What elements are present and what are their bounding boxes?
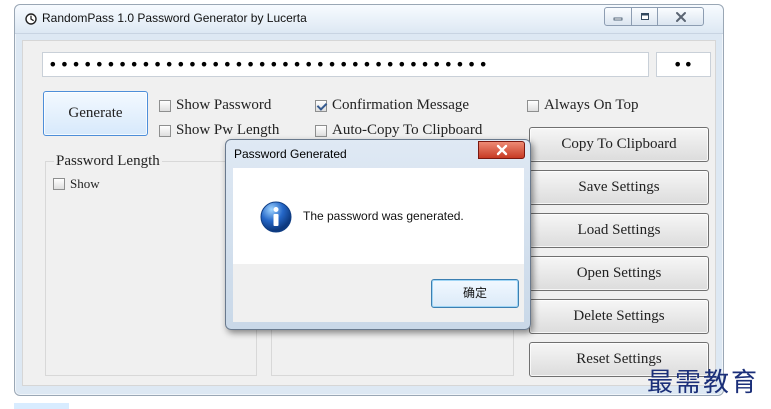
- close-icon: [675, 11, 686, 22]
- watermark: 最需教育: [646, 368, 759, 398]
- auto-copy-checkbox[interactable]: [315, 124, 327, 137]
- clock-icon: [25, 13, 37, 25]
- show-password-label: Show Password: [176, 97, 272, 113]
- open-settings-button[interactable]: Open Settings: [529, 256, 709, 291]
- dialog-title: Password Generated: [234, 147, 347, 161]
- confirmation-message-label: Confirmation Message: [332, 97, 470, 113]
- restore-icon: [640, 12, 649, 20]
- show-pw-length-option[interactable]: Show Pw Length: [159, 122, 279, 139]
- password-length-title: Password Length: [54, 153, 162, 170]
- ok-button[interactable]: 确定: [431, 279, 519, 308]
- window-title: RandomPass 1.0 Password Generator by Luc…: [42, 11, 307, 25]
- close-icon: [496, 144, 507, 156]
- password-length-preview-field[interactable]: ••: [656, 52, 711, 77]
- dialog-close-button[interactable]: [478, 141, 525, 159]
- always-on-top-label: Always On Top: [544, 97, 639, 113]
- dialog-button-area: 确定: [233, 264, 524, 322]
- password-length-show-checkbox[interactable]: [53, 178, 65, 190]
- auto-copy-option[interactable]: Auto-Copy To Clipboard: [315, 122, 482, 139]
- load-settings-button[interactable]: Load Settings: [529, 213, 709, 248]
- show-pw-length-label: Show Pw Length: [176, 122, 280, 138]
- password-output-field[interactable]: ••••••••••••••••••••••••••••••••••••••: [42, 52, 649, 77]
- password-generated-dialog[interactable]: Password Generated The password was gene…: [225, 139, 531, 330]
- minimize-icon: [613, 17, 623, 20]
- password-length-show-option[interactable]: Show: [53, 176, 100, 192]
- password-length-show-label: Show: [70, 176, 100, 191]
- screen: RandomPass 1.0 Password Generator by Luc…: [0, 0, 771, 409]
- info-icon: [260, 201, 292, 233]
- copy-to-clipboard-button[interactable]: Copy To Clipboard: [529, 127, 709, 162]
- auto-copy-label: Auto-Copy To Clipboard: [332, 122, 483, 138]
- bottom-scrap: [14, 403, 69, 409]
- title-bar[interactable]: RandomPass 1.0 Password Generator by Luc…: [15, 5, 723, 34]
- delete-settings-button[interactable]: Delete Settings: [529, 299, 709, 334]
- close-button[interactable]: [657, 7, 704, 26]
- dialog-message-area: The password was generated.: [233, 168, 524, 264]
- minimize-button[interactable]: [604, 7, 632, 26]
- always-on-top-option[interactable]: Always On Top: [527, 97, 639, 114]
- save-settings-button[interactable]: Save Settings: [529, 170, 709, 205]
- dialog-message: The password was generated.: [303, 209, 464, 223]
- generate-button[interactable]: Generate: [43, 91, 148, 136]
- show-password-checkbox[interactable]: [159, 99, 171, 112]
- show-password-option[interactable]: Show Password: [159, 97, 271, 114]
- restore-button[interactable]: [631, 7, 658, 26]
- show-pw-length-checkbox[interactable]: [159, 124, 171, 137]
- confirmation-message-option[interactable]: Confirmation Message: [315, 97, 469, 114]
- always-on-top-checkbox[interactable]: [527, 99, 539, 112]
- confirmation-message-checkbox[interactable]: [315, 99, 327, 112]
